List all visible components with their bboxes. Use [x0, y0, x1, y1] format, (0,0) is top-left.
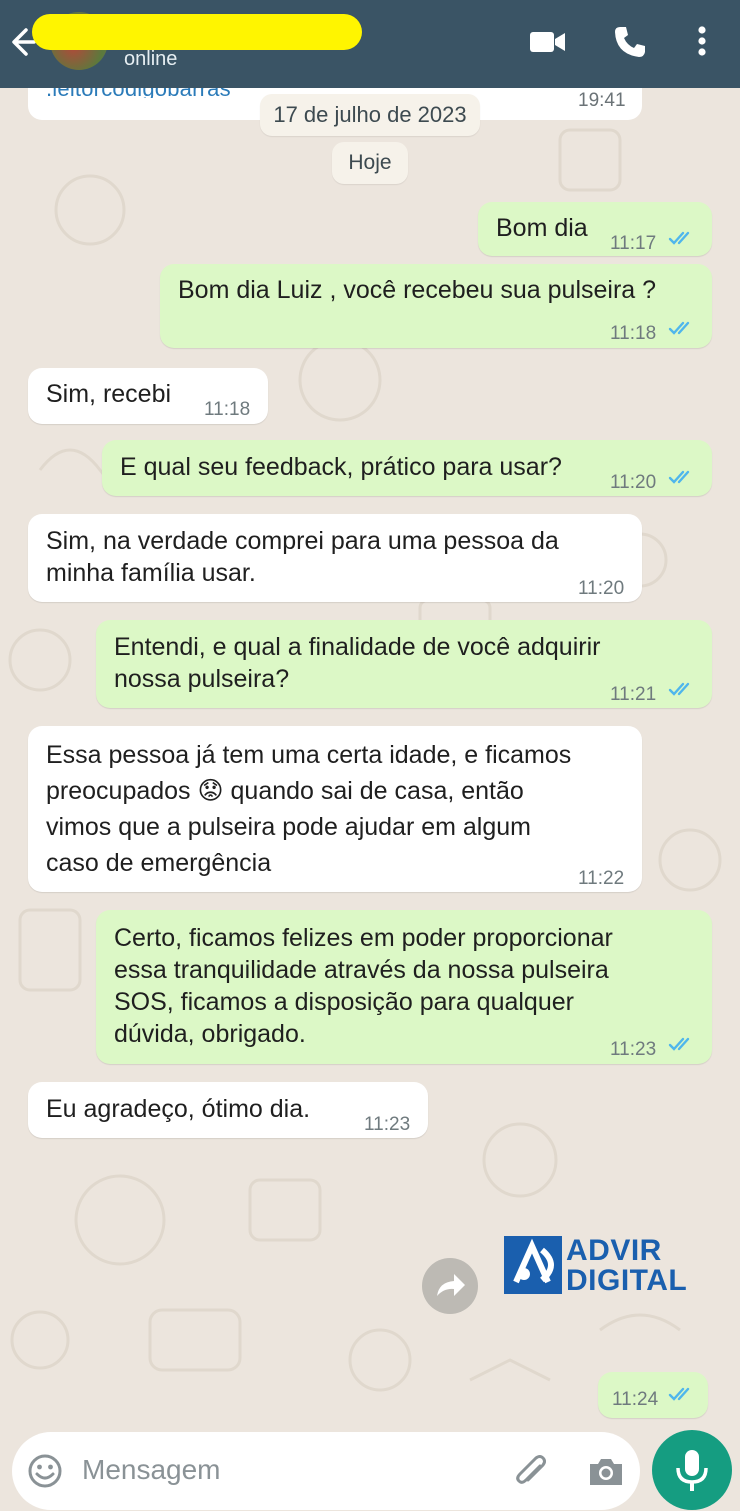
message-text: Eu agradeço, ótimo dia. [46, 1095, 311, 1123]
camera-icon[interactable] [586, 1452, 626, 1492]
contact-status: online [124, 48, 178, 70]
phone-icon[interactable] [610, 22, 650, 62]
read-ticks-icon [668, 321, 690, 335]
more-vert-icon[interactable] [684, 22, 724, 62]
read-ticks-icon [668, 470, 690, 484]
chat-header: online [0, 0, 740, 88]
mic-button[interactable] [652, 1430, 732, 1510]
logo-text-line1: ADVIR [566, 1234, 662, 1267]
read-ticks-icon [668, 1387, 690, 1401]
redacted-contact-name [32, 14, 362, 50]
date-chip-previous: 17 de julho de 2023 [260, 94, 480, 136]
message-time: 11:23 [364, 1114, 411, 1135]
message-bubble-outgoing[interactable]: Certo, ficamos felizes em poder proporci… [96, 910, 712, 1064]
forward-button[interactable] [422, 1258, 478, 1314]
message-bubble-incoming[interactable]: Eu agradeço, ótimo dia. 11:23 [28, 1082, 428, 1138]
date-chip-today: Hoje [332, 142, 408, 184]
message-time: 11:18 [204, 399, 251, 420]
message-text: Bom dia Luiz , você recebeu sua pulseira… [178, 276, 657, 304]
message-bubble-outgoing[interactable]: Bom dia Luiz , você recebeu sua pulseira… [160, 264, 712, 348]
message-bubble-incoming[interactable]: Sim, recebi 11:18 [28, 368, 268, 424]
message-text: E qual seu feedback, prático para usar? [120, 453, 562, 481]
message-bubble-outgoing[interactable]: Entendi, e qual a finalidade de você adq… [96, 620, 712, 708]
previous-message-time: 19:41 [578, 90, 626, 111]
message-text: Certo, ficamos felizes em poder proporci… [114, 924, 613, 1048]
mic-icon [676, 1450, 708, 1491]
message-time: 11:18 [610, 323, 657, 344]
video-call-icon[interactable] [528, 22, 568, 62]
emoji-icon[interactable] [26, 1452, 64, 1490]
message-text: Bom dia [496, 214, 588, 242]
message-time: 11:24 [612, 1389, 659, 1410]
message-bubble-incoming[interactable]: Essa pessoa já tem uma certa idade, e fi… [28, 726, 642, 892]
message-time: 11:21 [610, 684, 657, 705]
message-text: Sim, recebi [46, 380, 172, 408]
message-input-placeholder[interactable]: Mensagem [82, 1454, 221, 1486]
logo-text-line2: DIGITAL [566, 1264, 688, 1297]
read-ticks-icon [668, 231, 690, 245]
attach-icon[interactable] [512, 1452, 552, 1492]
advir-digital-logo[interactable]: ADVIR DIGITAL [502, 1232, 708, 1298]
message-time: 11:23 [610, 1039, 657, 1060]
forward-icon [437, 1274, 465, 1296]
message-text: Sim, na verdade comprei para uma pessoa … [46, 527, 559, 587]
message-text: Essa pessoa já tem uma certa idade, e fi… [46, 741, 572, 877]
message-bubble-outgoing[interactable]: Bom dia 11:17 [478, 202, 712, 256]
message-time: 11:17 [610, 233, 657, 254]
message-text: Entendi, e qual a finalidade de você adq… [114, 633, 601, 693]
message-time: 11:22 [578, 868, 625, 889]
message-time: 11:20 [610, 472, 657, 493]
message-time: 11:20 [578, 578, 625, 599]
message-bubble-incoming[interactable]: Sim, na verdade comprei para uma pessoa … [28, 514, 642, 602]
read-ticks-icon [668, 682, 690, 696]
message-bubble-outgoing[interactable]: 11:24 [598, 1372, 708, 1418]
message-bubble-outgoing[interactable]: E qual seu feedback, prático para usar? … [102, 440, 712, 496]
read-ticks-icon [668, 1037, 690, 1051]
